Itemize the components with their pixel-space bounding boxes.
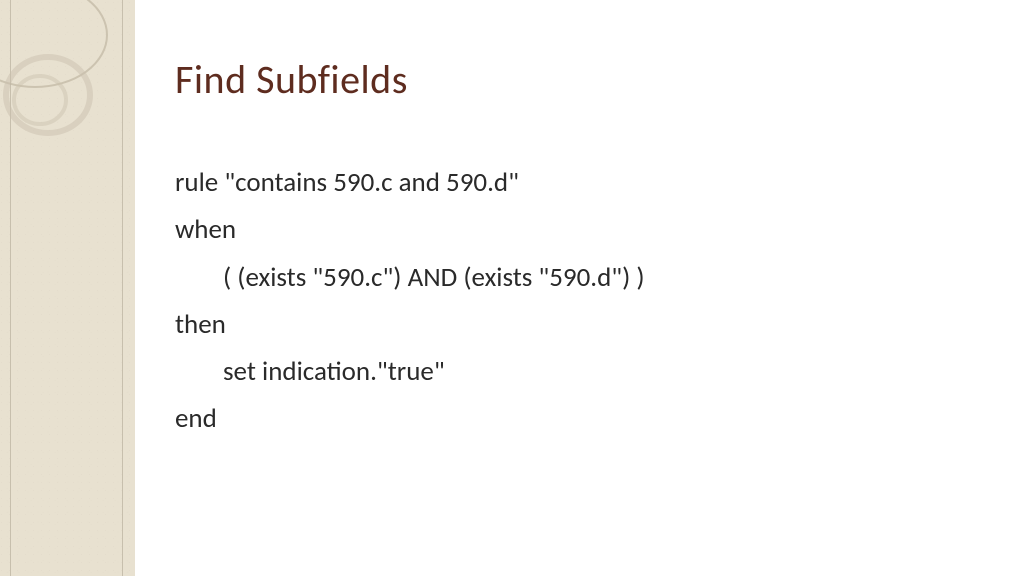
sidebar-decoration xyxy=(0,0,135,576)
code-line-action: set indication."true" xyxy=(175,348,984,395)
sidebar-border xyxy=(10,0,123,576)
code-line-when: when xyxy=(175,206,984,253)
code-line-rule: rule "contains 590.c and 590.d" xyxy=(175,159,984,206)
slide-content: Find Subfields rule "contains 590.c and … xyxy=(175,0,984,576)
code-line-condition: ( (exists "590.c") AND (exists "590.d") … xyxy=(175,254,984,301)
slide-title: Find Subfields xyxy=(175,55,984,104)
code-block: rule "contains 590.c and 590.d" when ( (… xyxy=(175,159,984,443)
code-line-end: end xyxy=(175,395,984,442)
code-line-then: then xyxy=(175,301,984,348)
